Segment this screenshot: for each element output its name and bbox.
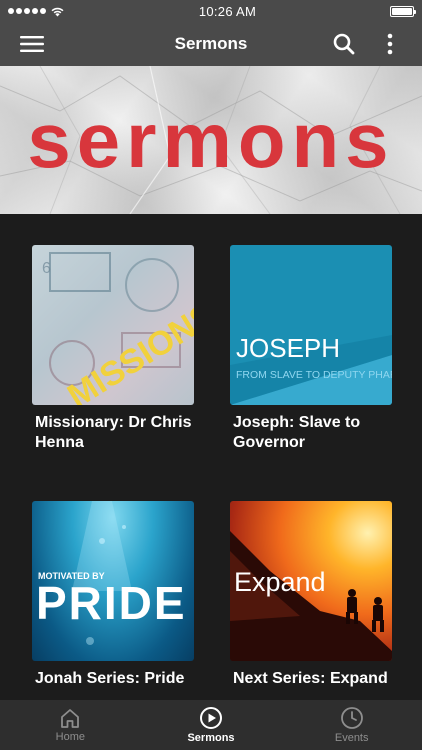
expand-art: Expand [230,531,392,661]
tab-events[interactable]: Events [281,700,422,750]
tab-bar: Home Sermons Events [0,700,422,750]
home-icon [61,709,80,728]
tab-label: Sermons [187,732,235,744]
tab-sermons[interactable]: Sermons [141,700,282,750]
pride-art-text: PRIDE [36,577,187,629]
passport-stamps-art: 6 MISSIONS [42,252,194,405]
status-bar: 10:26 AM [0,0,422,22]
wifi-icon [51,7,64,16]
pride-art: MOTIVATED BY PRIDE [36,501,187,645]
series-artwork: 6 MISSIONS [32,245,194,405]
more-options-button[interactable] [370,22,410,66]
series-artwork: JOSEPH FROM SLAVE TO DEPUTY PHARAOH [230,245,392,405]
missions-art-text: MISSIONS [61,295,194,405]
series-card-expand[interactable]: Expand Next Series: Expand [230,501,392,689]
svg-text:6: 6 [42,260,51,277]
expand-art-text: Expand [234,567,326,597]
series-card-joseph[interactable]: JOSEPH FROM SLAVE TO DEPUTY PHARAOH Jose… [230,245,392,453]
more-vertical-icon [387,33,393,55]
status-time: 10:26 AM [198,3,257,19]
battery-icon [389,5,416,17]
series-card-missions[interactable]: 6 MISSIONS Missionary: Dr Chris Henna [32,245,194,453]
hero-title: sermons [27,96,395,184]
series-artwork: Expand [230,501,392,661]
play-circle-icon [200,707,222,729]
hero-banner: sermons [0,66,422,214]
hamburger-menu-icon [20,36,44,52]
joseph-art-subtitle: FROM SLAVE TO DEPUTY PHARAOH [236,369,392,381]
series-title: Joseph: Slave to Governor [233,414,361,451]
series-title: Jonah Series: Pride [35,670,185,687]
sermon-series-grid[interactable]: 6 MISSIONS Missionary: Dr Chris Henna JO… [0,214,422,700]
series-artwork: MOTIVATED BY PRIDE [32,501,194,661]
status-left [8,6,65,17]
hamburger-menu-button[interactable] [12,22,52,66]
tab-label: Events [334,732,369,744]
search-button[interactable] [324,22,364,66]
series-title: Next Series: Expand [233,670,388,687]
tab-label: Home [55,731,85,743]
series-title: Missionary: Dr Chris Henna [35,414,192,451]
series-card-pride[interactable]: MOTIVATED BY PRIDE Jonah Series: Pride [32,501,194,689]
signal-dots-icon [8,8,46,14]
tab-home[interactable]: Home [0,700,141,750]
joseph-art: JOSEPH FROM SLAVE TO DEPUTY PHARAOH [230,333,392,405]
nav-bar: Sermons [0,22,422,66]
joseph-art-text: JOSEPH [236,333,340,363]
search-icon [333,33,355,55]
clock-icon [340,707,363,729]
